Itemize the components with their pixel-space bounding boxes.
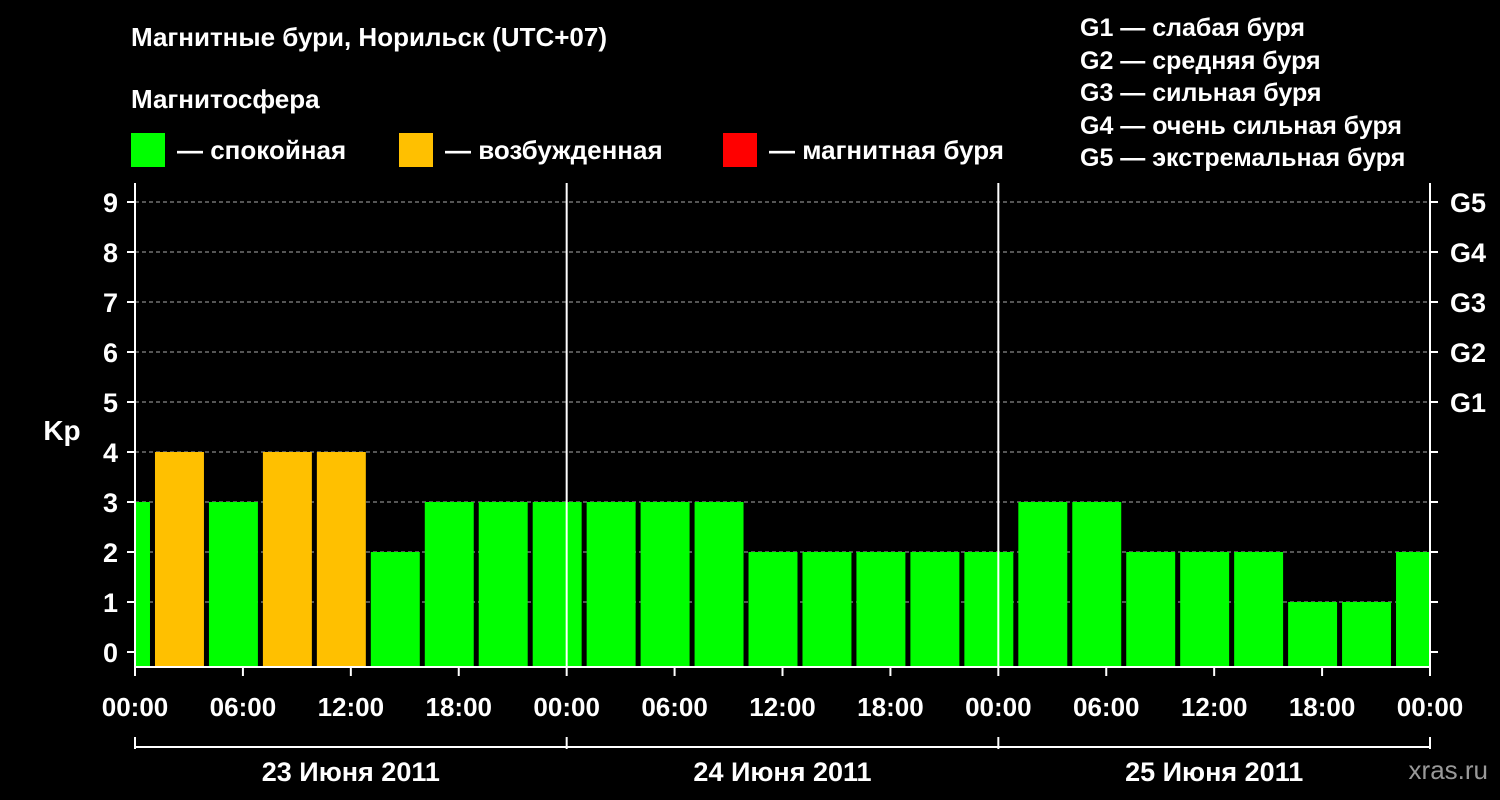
day-label: 23 Июня 2011 [262,757,440,787]
x-tick-label: 06:00 [210,692,277,722]
x-tick-label: 18:00 [426,692,493,722]
x-tick-label: 06:00 [641,692,708,722]
storm-level-tick-label: G2 [1450,338,1486,368]
kp-bar [1072,502,1122,667]
y-tick-label: 8 [103,238,118,268]
kp-bar [640,502,690,667]
kp-bar [856,552,906,667]
kp-bar [262,452,312,667]
y-tick-label: 6 [103,338,118,368]
x-tick-label: 18:00 [857,692,924,722]
kp-bar [1234,552,1284,667]
day-label: 25 Июня 2011 [1125,757,1303,787]
kp-bar [748,552,798,667]
kp-bar [964,552,1014,667]
y-tick-label: 9 [103,188,118,218]
x-tick-label: 12:00 [749,692,816,722]
day-label: 24 Июня 2011 [693,757,871,787]
kp-bar [1180,552,1230,667]
kp-bar [802,552,852,667]
y-tick-label: 0 [103,638,118,668]
y-axis-label: Kp [43,415,80,446]
storm-level-tick-label: G3 [1450,288,1486,318]
x-tick-label: 18:00 [1289,692,1356,722]
storm-level-tick-label: G5 [1450,188,1486,218]
kp-bar [154,452,204,667]
kp-bar [910,552,960,667]
kp-bar [1018,502,1068,667]
watermark: xras.ru [1408,755,1488,785]
storm-level-tick-label: G4 [1450,238,1486,268]
kp-bar [1288,602,1338,667]
kp-bar [1342,602,1392,667]
storm-level-tick-label: G1 [1450,388,1486,418]
kp-bar [370,552,420,667]
y-tick-label: 3 [103,488,118,518]
kp-bar [532,502,582,667]
kp-bar [694,502,744,667]
kp-bar [478,502,528,667]
kp-chart: 0 1 2 3 4 5 6 7 8 9 G1 G2 G3 G4 G5 Kp 00:00 06:00 12:00 18:… [43,183,1486,787]
kp-bar [316,452,366,667]
kp-bar [586,502,636,667]
y-tick-label: 5 [103,388,118,418]
kp-bar [208,502,258,667]
kp-bar [1396,552,1429,667]
y-tick-label: 7 [103,288,118,318]
x-tick-label: 12:00 [318,692,385,722]
y-tick-label: 4 [103,438,118,468]
x-tick-label: 00:00 [102,692,169,722]
x-tick-label: 00:00 [965,692,1032,722]
x-tick-label: 00:00 [1397,692,1464,722]
kp-bar [1126,552,1176,667]
y-tick-label: 1 [103,588,118,618]
kp-bar [424,502,474,667]
y-tick-label: 2 [103,538,118,568]
x-tick-label: 06:00 [1073,692,1140,722]
x-tick-label: 00:00 [533,692,600,722]
x-tick-label: 12:00 [1181,692,1248,722]
